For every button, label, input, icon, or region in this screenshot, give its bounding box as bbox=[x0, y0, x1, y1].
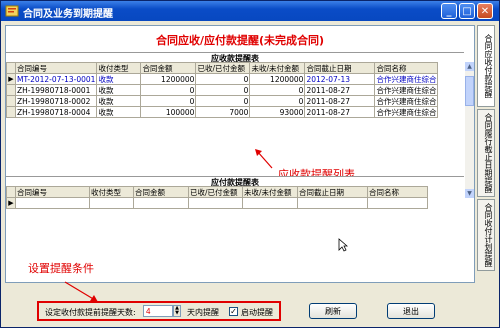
name-cell[interactable]: 合作兴建商住综合 bbox=[374, 106, 439, 118]
paid-cell[interactable]: 0 bbox=[195, 73, 251, 85]
type-cell[interactable]: 收款 bbox=[96, 84, 142, 96]
paid-cell[interactable]: 0 bbox=[195, 84, 251, 96]
table-row[interactable]: ▶ MT-2012-07-13-0001 收款 1200000 0 120000… bbox=[6, 73, 439, 85]
unpaid-cell[interactable]: 1200000 bbox=[249, 73, 306, 85]
column-header[interactable]: 合同编号 bbox=[15, 186, 90, 198]
column-header[interactable]: 合同金额 bbox=[140, 62, 197, 74]
mouse-cursor-icon bbox=[338, 238, 348, 252]
payable-header-row: 合同编号 收付类型 合同金额 已收/已付金额 未收/未付金额 合同截止日期 合同… bbox=[6, 186, 428, 198]
annotation-arrow-icon bbox=[255, 149, 273, 169]
empty-cell[interactable] bbox=[89, 197, 134, 209]
type-cell[interactable]: 收款 bbox=[96, 106, 142, 118]
tab-payment-plan[interactable]: 合同收付计划提醒 bbox=[477, 199, 495, 271]
row-indicator bbox=[6, 95, 16, 107]
column-header[interactable]: 收付类型 bbox=[89, 186, 134, 198]
table-row[interactable]: ZH-19980718-0004 收款 100000 7000 93000 20… bbox=[6, 106, 439, 118]
contract-id-cell[interactable]: ZH-19980718-0002 bbox=[14, 95, 98, 107]
days-label: 设定收付款提前提醒天数: bbox=[45, 308, 136, 317]
paid-cell[interactable]: 7000 bbox=[195, 106, 251, 118]
column-header[interactable]: 合同截止日期 bbox=[304, 62, 376, 74]
row-indicator bbox=[6, 106, 16, 118]
column-header[interactable]: 未收/未付金额 bbox=[249, 62, 306, 74]
page-title: 合同应收/应付款提醒(未完成合同) bbox=[155, 34, 325, 47]
unpaid-cell[interactable]: 0 bbox=[249, 84, 306, 96]
contract-id-cell[interactable]: ZH-19980718-0004 bbox=[14, 106, 98, 118]
app-window: 合同及业务到期提醒 _ □ ✕ 合同应收/应付款提醒(未完成合同) 应收款提醒表… bbox=[0, 0, 500, 328]
column-header[interactable]: 合同名称 bbox=[367, 186, 428, 198]
days-input[interactable] bbox=[143, 305, 173, 317]
current-row-indicator-icon: ▶ bbox=[6, 197, 16, 209]
condition-annotation: 设置提醒条件 bbox=[28, 262, 94, 275]
contract-id-cell[interactable]: MT-2012-07-13-0001 bbox=[14, 73, 98, 85]
column-header[interactable]: 合同编号 bbox=[14, 62, 98, 74]
table-row[interactable]: ZH-19980718-0002 收款 0 0 0 2011-08-27 合作兴… bbox=[6, 95, 439, 107]
type-cell[interactable]: 收款 bbox=[96, 73, 142, 85]
column-header[interactable]: 合同金额 bbox=[133, 186, 189, 198]
table-row[interactable]: ▶ bbox=[6, 197, 428, 209]
row-indicator bbox=[6, 84, 16, 96]
close-button[interactable]: ✕ bbox=[477, 3, 493, 19]
tab-receivable-payable[interactable]: 合同应收付款提醒 bbox=[477, 25, 495, 107]
row-header-corner bbox=[6, 62, 16, 74]
days-suffix: 天内提醒 bbox=[187, 308, 219, 317]
scroll-thumb[interactable] bbox=[465, 76, 474, 106]
receivable-table: 合同编号 收付类型 合同金额 已收/已付金额 未收/未付金额 合同截止日期 合同… bbox=[6, 62, 439, 118]
window-title: 合同及业务到期提醒 bbox=[23, 9, 113, 20]
date-cell[interactable]: 2011-08-27 bbox=[304, 84, 376, 96]
receivable-scrollbar[interactable]: ▲ ▼ bbox=[465, 62, 474, 198]
paid-cell[interactable]: 0 bbox=[195, 95, 251, 107]
contract-id-cell[interactable]: ZH-19980718-0001 bbox=[14, 84, 98, 96]
empty-cell[interactable] bbox=[297, 197, 368, 209]
column-header[interactable]: 已收/已付金额 bbox=[195, 62, 251, 74]
date-cell[interactable]: 2011-08-27 bbox=[304, 106, 376, 118]
main-panel: 合同应收/应付款提醒(未完成合同) 应收款提醒表 合同编号 收付类型 合同金额 … bbox=[5, 25, 475, 283]
empty-cell[interactable] bbox=[133, 197, 189, 209]
reminder-settings: 设定收付款提前提醒天数: ▲▼ 天内提醒 ✓ 启动提醒 bbox=[37, 301, 281, 321]
title-bar[interactable]: 合同及业务到期提醒 _ □ ✕ bbox=[1, 1, 499, 21]
unpaid-cell[interactable]: 93000 bbox=[249, 106, 306, 118]
column-header[interactable]: 合同截止日期 bbox=[297, 186, 368, 198]
empty-cell[interactable] bbox=[367, 197, 428, 209]
enable-reminder-label: 启动提醒 bbox=[241, 308, 273, 317]
current-row-indicator-icon: ▶ bbox=[6, 73, 16, 85]
enable-reminder-checkbox[interactable]: ✓ bbox=[229, 307, 238, 316]
row-header-corner bbox=[6, 186, 16, 198]
scroll-down-icon[interactable]: ▼ bbox=[465, 189, 474, 198]
payable-table: 合同编号 收付类型 合同金额 已收/已付金额 未收/未付金额 合同截止日期 合同… bbox=[6, 186, 428, 209]
refresh-button[interactable]: 刷新 bbox=[309, 303, 357, 319]
name-cell[interactable]: 合作兴建商住综合 bbox=[374, 95, 439, 107]
column-header[interactable]: 合同名称 bbox=[374, 62, 439, 74]
exit-button[interactable]: 退出 bbox=[387, 303, 435, 319]
unpaid-cell[interactable]: 0 bbox=[249, 95, 306, 107]
table-row[interactable]: ZH-19980718-0001 收款 0 0 0 2011-08-27 合作兴… bbox=[6, 84, 439, 96]
date-cell[interactable]: 2011-08-27 bbox=[304, 95, 376, 107]
column-header[interactable]: 收付类型 bbox=[96, 62, 142, 74]
amount-cell[interactable]: 0 bbox=[140, 95, 197, 107]
receivable-header-row: 合同编号 收付类型 合同金额 已收/已付金额 未收/未付金额 合同截止日期 合同… bbox=[6, 62, 439, 74]
empty-cell[interactable] bbox=[188, 197, 243, 209]
column-header[interactable]: 已收/已付金额 bbox=[188, 186, 243, 198]
days-spinner-icon[interactable]: ▲ ▼ bbox=[173, 305, 181, 317]
maximize-button[interactable]: □ bbox=[459, 3, 475, 19]
column-header[interactable]: 未收/未付金额 bbox=[242, 186, 298, 198]
date-cell[interactable]: 2012-07-13 bbox=[304, 73, 376, 85]
empty-cell[interactable] bbox=[15, 197, 90, 209]
type-cell[interactable]: 收款 bbox=[96, 95, 142, 107]
scroll-up-icon[interactable]: ▲ bbox=[465, 62, 474, 71]
name-cell[interactable]: 合作兴建商住综合 bbox=[374, 84, 439, 96]
minimize-button[interactable]: _ bbox=[441, 3, 457, 19]
name-cell[interactable]: 合作兴建商住综合 bbox=[374, 73, 439, 85]
tab-contract-deadline[interactable]: 合同履行截止日期提醒 bbox=[477, 109, 495, 197]
amount-cell[interactable]: 1200000 bbox=[140, 73, 197, 85]
app-icon bbox=[5, 5, 19, 17]
amount-cell[interactable]: 100000 bbox=[140, 106, 197, 118]
empty-cell[interactable] bbox=[242, 197, 298, 209]
amount-cell[interactable]: 0 bbox=[140, 84, 197, 96]
